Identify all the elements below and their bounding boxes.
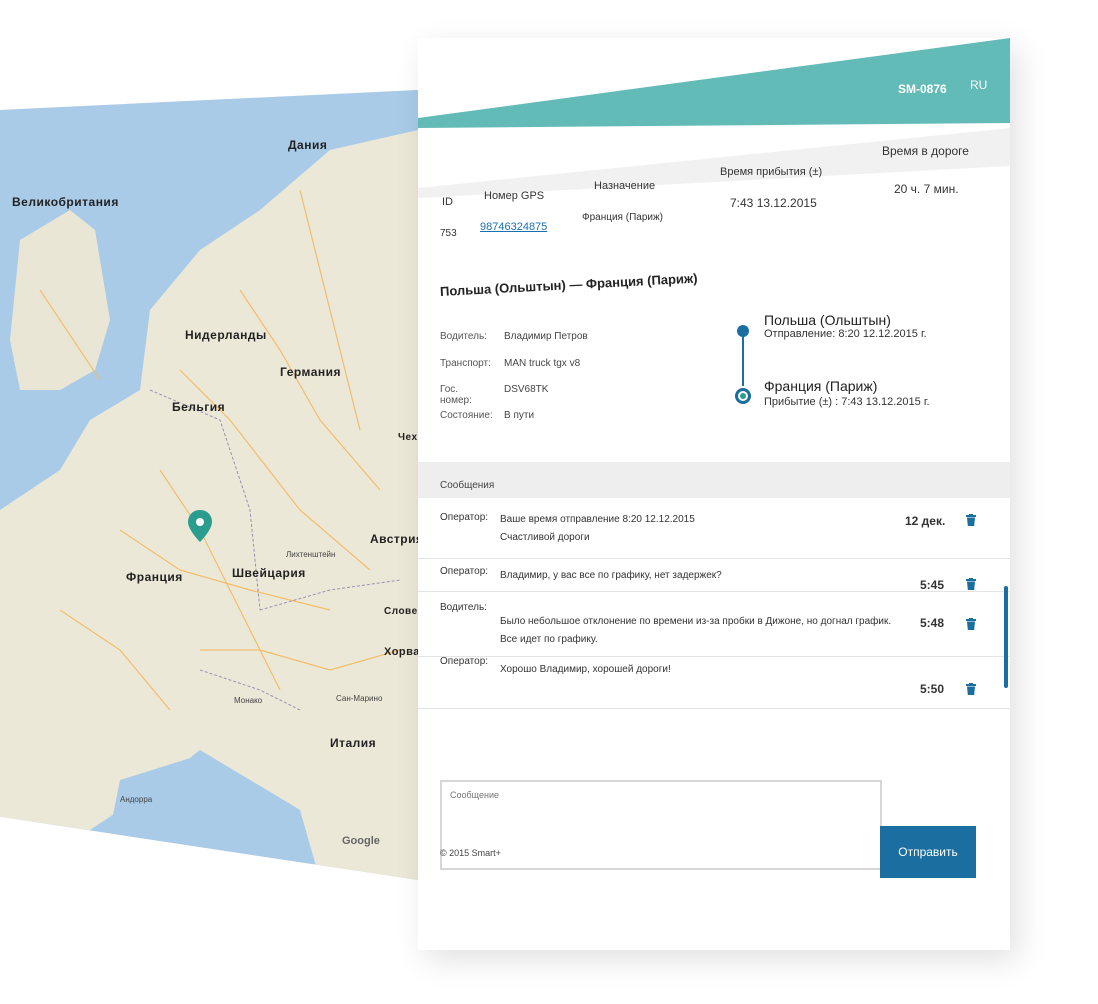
delete-trash-icon[interactable] (966, 578, 976, 590)
message-divider (418, 708, 1010, 709)
col-travel-time: Время в дороге (882, 144, 969, 158)
transport-value: MAN truck tgx v8 (504, 358, 581, 369)
row-arrival: 7:43 13.12.2015 (730, 196, 817, 210)
message-time: 5:45 (920, 578, 945, 592)
origin-place: Польша (Ольштын) (764, 312, 891, 328)
map-label-monaco: Монако (234, 696, 263, 705)
map-label-netherlands: Нидерланды (185, 328, 267, 342)
messages-title: Сообщения (440, 480, 495, 491)
map-label-switzerland: Швейцария (232, 566, 306, 580)
map-label-belgium: Бельгия (172, 400, 226, 414)
transport-label: Транспорт: (440, 358, 491, 369)
map-label-denmark: Дания (288, 138, 328, 152)
status-label: Состояние: (440, 410, 493, 421)
message-text-2: Все идет по графику. (500, 634, 598, 645)
map-label-san-marino: Сан-Марино (336, 694, 383, 703)
message-role: Оператор: (440, 512, 489, 523)
brand-name: SMART+ (459, 128, 526, 154)
map-label-liechtenstein: Лихтенштейн (286, 550, 336, 559)
status-value: В пути (504, 410, 535, 421)
route-title: Польша (Ольштын) — Франция (Париж) (439, 270, 698, 299)
message-text: Хорошо Владимир, хорошей дороги! (500, 664, 671, 675)
destination-place: Франция (Париж) (764, 378, 878, 394)
message-time: 5:48 (920, 616, 945, 630)
message-role: Оператор: (440, 566, 489, 577)
map-attribution: Google (342, 835, 380, 847)
copyright: © 2015 Smart+ (440, 848, 501, 858)
col-arrival: Время прибытия (±) (720, 166, 823, 178)
col-id: ID (442, 196, 453, 208)
message-divider (418, 558, 1010, 559)
message-divider (418, 656, 1010, 657)
row-destination: Франция (Париж) (582, 212, 664, 223)
message-text: Ваше время отправление 8:20 12.12.2015 (500, 514, 695, 525)
tracking-panel: SMART+ SM-0876 RU ID Номер GPS Назначени… (418, 38, 1010, 950)
status-row: Состояние: В пути (440, 410, 534, 421)
messages-scrollbar[interactable] (1004, 586, 1008, 688)
delete-trash-icon[interactable] (966, 683, 976, 695)
message-text: Владимир, у вас все по графику, нет заде… (500, 570, 722, 581)
map-label-slovenia: Словени (384, 606, 418, 617)
account-id[interactable]: SM-0876 (898, 82, 947, 96)
driver-label: Водитель: (440, 331, 487, 342)
message-role: Оператор: (440, 656, 489, 667)
map-label-austria: Австрия (370, 532, 418, 546)
destination-dot-icon (735, 388, 751, 404)
map-label-andorra: Андорра (120, 795, 153, 804)
message-role: Водитель: (440, 602, 487, 613)
row-travel-time: 20 ч. 7 мин. (894, 182, 959, 196)
message-input[interactable] (440, 780, 882, 870)
message-time: 12 дек. (905, 514, 946, 528)
driver-row: Водитель: Владимир Петров (440, 331, 588, 342)
map-label-uk: Великобритания (12, 195, 119, 209)
map-label-czech: Чех (398, 432, 418, 443)
map-label-france: Франция (126, 570, 183, 584)
map-label-italy: Италия (330, 736, 377, 750)
send-button[interactable]: Отправить (880, 826, 976, 878)
plate-label: Гос. номер: (440, 384, 472, 406)
delete-trash-icon[interactable] (966, 514, 976, 526)
plate-row: Гос. номер: DSV68TK (440, 384, 548, 406)
language-switch[interactable]: RU (970, 78, 987, 92)
plate-value: DSV68TK (504, 384, 549, 395)
smart-logo-icon (434, 136, 450, 159)
row-gps-link[interactable]: 98746324875 (480, 221, 547, 233)
transport-row: Транспорт: MAN truck tgx v8 (440, 358, 580, 369)
destination-arrival: Прибытие (±) : 7:43 13.12.2015 г. (764, 396, 930, 408)
delete-trash-icon[interactable] (966, 618, 976, 630)
message-text: Было небольшое отклонение по времени из-… (500, 616, 892, 627)
driver-value: Владимир Петров (504, 331, 588, 342)
message-time: 5:50 (920, 682, 945, 696)
message-divider (418, 591, 1010, 592)
col-gps: Номер GPS (484, 190, 545, 202)
col-destination: Назначение (594, 180, 656, 192)
map-label-croatia: Хорват (384, 646, 418, 658)
route-line (742, 336, 744, 386)
map-label-germany: Германия (280, 365, 342, 379)
map-view[interactable]: Великобритания Дания Нидерланды Германия… (0, 90, 418, 880)
origin-departure: Отправление: 8:20 12.12.2015 г. (764, 328, 927, 340)
brand-logo[interactable]: SMART+ (431, 124, 527, 161)
messages-header (418, 462, 1010, 498)
row-id: 753 (440, 228, 457, 239)
message-text-2: Счастливой дороги (500, 532, 590, 543)
